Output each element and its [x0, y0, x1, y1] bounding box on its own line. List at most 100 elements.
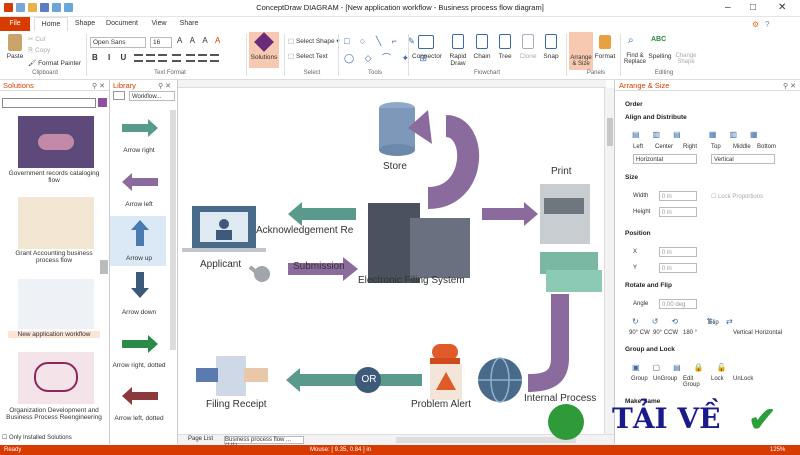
clone-icon[interactable]	[522, 34, 534, 49]
position-section[interactable]: Position	[625, 230, 651, 237]
chain-button[interactable]: Chain	[472, 53, 492, 60]
alignment-buttons[interactable]	[134, 53, 234, 63]
pin-icon[interactable]: ⚲ ✕	[92, 82, 105, 90]
rotate-180-button[interactable]: 180 °	[683, 330, 697, 336]
spelling-button[interactable]: Spelling	[648, 53, 672, 60]
tab-home[interactable]: Home	[34, 17, 68, 31]
new-application-thumbnail[interactable]	[18, 279, 94, 329]
justify-icon[interactable]	[172, 54, 181, 62]
valign-bottom-icon[interactable]	[210, 54, 219, 62]
change-shape-button[interactable]: Change Shape	[673, 53, 699, 65]
copy-button[interactable]: ⎘ Copy	[28, 47, 50, 55]
library-item-label[interactable]: Arrow left	[110, 201, 168, 208]
horizontal-scrollbar[interactable]	[396, 437, 576, 443]
align-icons[interactable]: ▤▥▤ ▦▥▦	[632, 130, 771, 139]
x-input[interactable]: 0 in	[659, 247, 697, 257]
rotate-cw-button[interactable]: 90° CW	[629, 330, 650, 336]
font-family-select[interactable]: Open Sans	[90, 37, 146, 48]
arrange-pin-icon[interactable]: ⚲ ✕	[783, 82, 796, 90]
align-top-label[interactable]: Top	[711, 144, 721, 150]
scroll-thumb[interactable]	[607, 118, 613, 146]
group-button[interactable]: Group	[631, 376, 648, 382]
bold-italic-underline[interactable]: B I U	[92, 53, 130, 62]
distribute-vertical-select[interactable]: Vertical	[711, 154, 775, 164]
format-painter-button[interactable]: 🖌 Format Painter	[28, 59, 81, 67]
minimize-icon[interactable]: –	[725, 2, 731, 13]
solution-item-label[interactable]: Government records cataloging flow	[4, 170, 104, 184]
arrange-size-button[interactable]: Arrange & Size	[569, 32, 593, 70]
library-scrollbar[interactable]	[170, 110, 176, 350]
align-right-icon[interactable]	[158, 54, 167, 62]
government-records-thumbnail[interactable]	[18, 116, 94, 168]
group-icons[interactable]: ▣▢▤🔒🔓	[632, 363, 740, 372]
snap-icon[interactable]	[545, 34, 557, 49]
rapid-draw-button[interactable]: Rapid Draw	[446, 53, 470, 67]
only-installed-checkbox[interactable]: ☐ Only Installed Solutions	[2, 434, 72, 441]
library-dropdown[interactable]: Workflow...	[129, 91, 175, 101]
find-replace-button[interactable]: Find & Replace	[622, 53, 648, 65]
close-icon[interactable]: ✕	[778, 2, 786, 13]
align-center-label[interactable]: Center	[655, 144, 673, 150]
tab-file[interactable]: File	[0, 17, 30, 31]
size-section[interactable]: Size	[625, 174, 638, 181]
font-size-controls[interactable]: A A A A	[177, 36, 223, 45]
rotate-flip-section[interactable]: Rotate and Flip	[625, 282, 672, 289]
align-middle-label[interactable]: Middle	[733, 144, 751, 150]
tab-document[interactable]: Document	[103, 17, 141, 31]
angle-input[interactable]: 0.00 deg	[659, 299, 697, 309]
solution-item-label[interactable]: Organization Development and Business Pr…	[4, 407, 104, 421]
lock-proportions-checkbox[interactable]: ☐ Lock Proportions	[711, 193, 763, 200]
align-right-label[interactable]: Right	[683, 144, 697, 150]
library-menu-icon[interactable]	[113, 91, 125, 100]
width-input[interactable]: 0 in	[659, 191, 697, 201]
format-button[interactable]: Format	[594, 53, 616, 60]
organization-development-thumbnail[interactable]	[18, 352, 94, 404]
connector-icon[interactable]	[418, 35, 434, 49]
order-section[interactable]: Order	[625, 101, 643, 108]
select-text-button[interactable]: ⬚ Select Text	[288, 52, 328, 60]
ribbon-help-icon[interactable]: ⚙	[752, 20, 759, 29]
valign-middle-icon[interactable]	[198, 54, 207, 62]
library-pin-icon[interactable]: ⚲ ✕	[158, 82, 171, 90]
height-input[interactable]: 0 in	[659, 207, 697, 217]
library-item-label[interactable]: Arrow left, dotted	[110, 415, 168, 422]
rotate-ccw-button[interactable]: 90° CCW	[653, 330, 678, 336]
library-item-label[interactable]: Arrow right	[110, 147, 168, 154]
unlock-button[interactable]: UnLock	[733, 376, 753, 382]
valign-top-icon[interactable]	[186, 54, 195, 62]
y-input[interactable]: 0 in	[659, 263, 697, 273]
solutions-scrollbar[interactable]	[100, 260, 108, 274]
library-item-label[interactable]: Arrow up	[110, 255, 168, 262]
page-tab[interactable]: Business process flow ... (1/1)	[224, 436, 304, 449]
tree-icon[interactable]	[499, 34, 511, 49]
tab-view[interactable]: View	[146, 17, 172, 31]
zoom-level[interactable]: 125%	[770, 445, 785, 455]
tab-shape[interactable]: Shape	[70, 17, 100, 31]
grant-accounting-thumbnail[interactable]	[18, 197, 94, 249]
vertical-scrollbar[interactable]	[604, 88, 614, 434]
paste-icon[interactable]	[8, 34, 22, 51]
flip-horizontal-button[interactable]: Horizontal	[755, 330, 782, 336]
align-section[interactable]: Align and Distribute	[625, 114, 687, 121]
align-left-icon[interactable]	[134, 54, 143, 62]
tab-share[interactable]: Share	[176, 17, 202, 31]
connector-button[interactable]: Connector	[410, 53, 444, 60]
solution-item-label-selected[interactable]: New application workflow	[8, 331, 100, 338]
library-item-label[interactable]: Arrow down	[110, 309, 168, 316]
tree-button[interactable]: Tree	[495, 53, 515, 60]
font-size-select[interactable]: 16	[150, 37, 172, 48]
maximize-icon[interactable]: □	[750, 2, 756, 13]
solution-item-label[interactable]: Grant Accounting business process flow	[4, 250, 104, 264]
edit-group-button[interactable]: Edit Group	[683, 376, 703, 388]
chain-icon[interactable]	[476, 34, 488, 49]
rapid-draw-icon[interactable]	[452, 34, 464, 49]
group-lock-section[interactable]: Group and Lock	[625, 346, 675, 353]
lock-button[interactable]: Lock	[711, 376, 724, 382]
library-item-label[interactable]: Arrow right, dotted	[112, 362, 166, 369]
paste-button[interactable]: Paste	[4, 53, 26, 60]
rotate-icons[interactable]: ↻↺⟲ ⇅⇄	[632, 317, 746, 326]
cut-button[interactable]: ✂ Cut	[28, 35, 45, 43]
page-list-button[interactable]: Page List	[188, 436, 213, 442]
solutions-search-input[interactable]	[2, 98, 96, 108]
snap-button[interactable]: Snap	[541, 53, 561, 60]
